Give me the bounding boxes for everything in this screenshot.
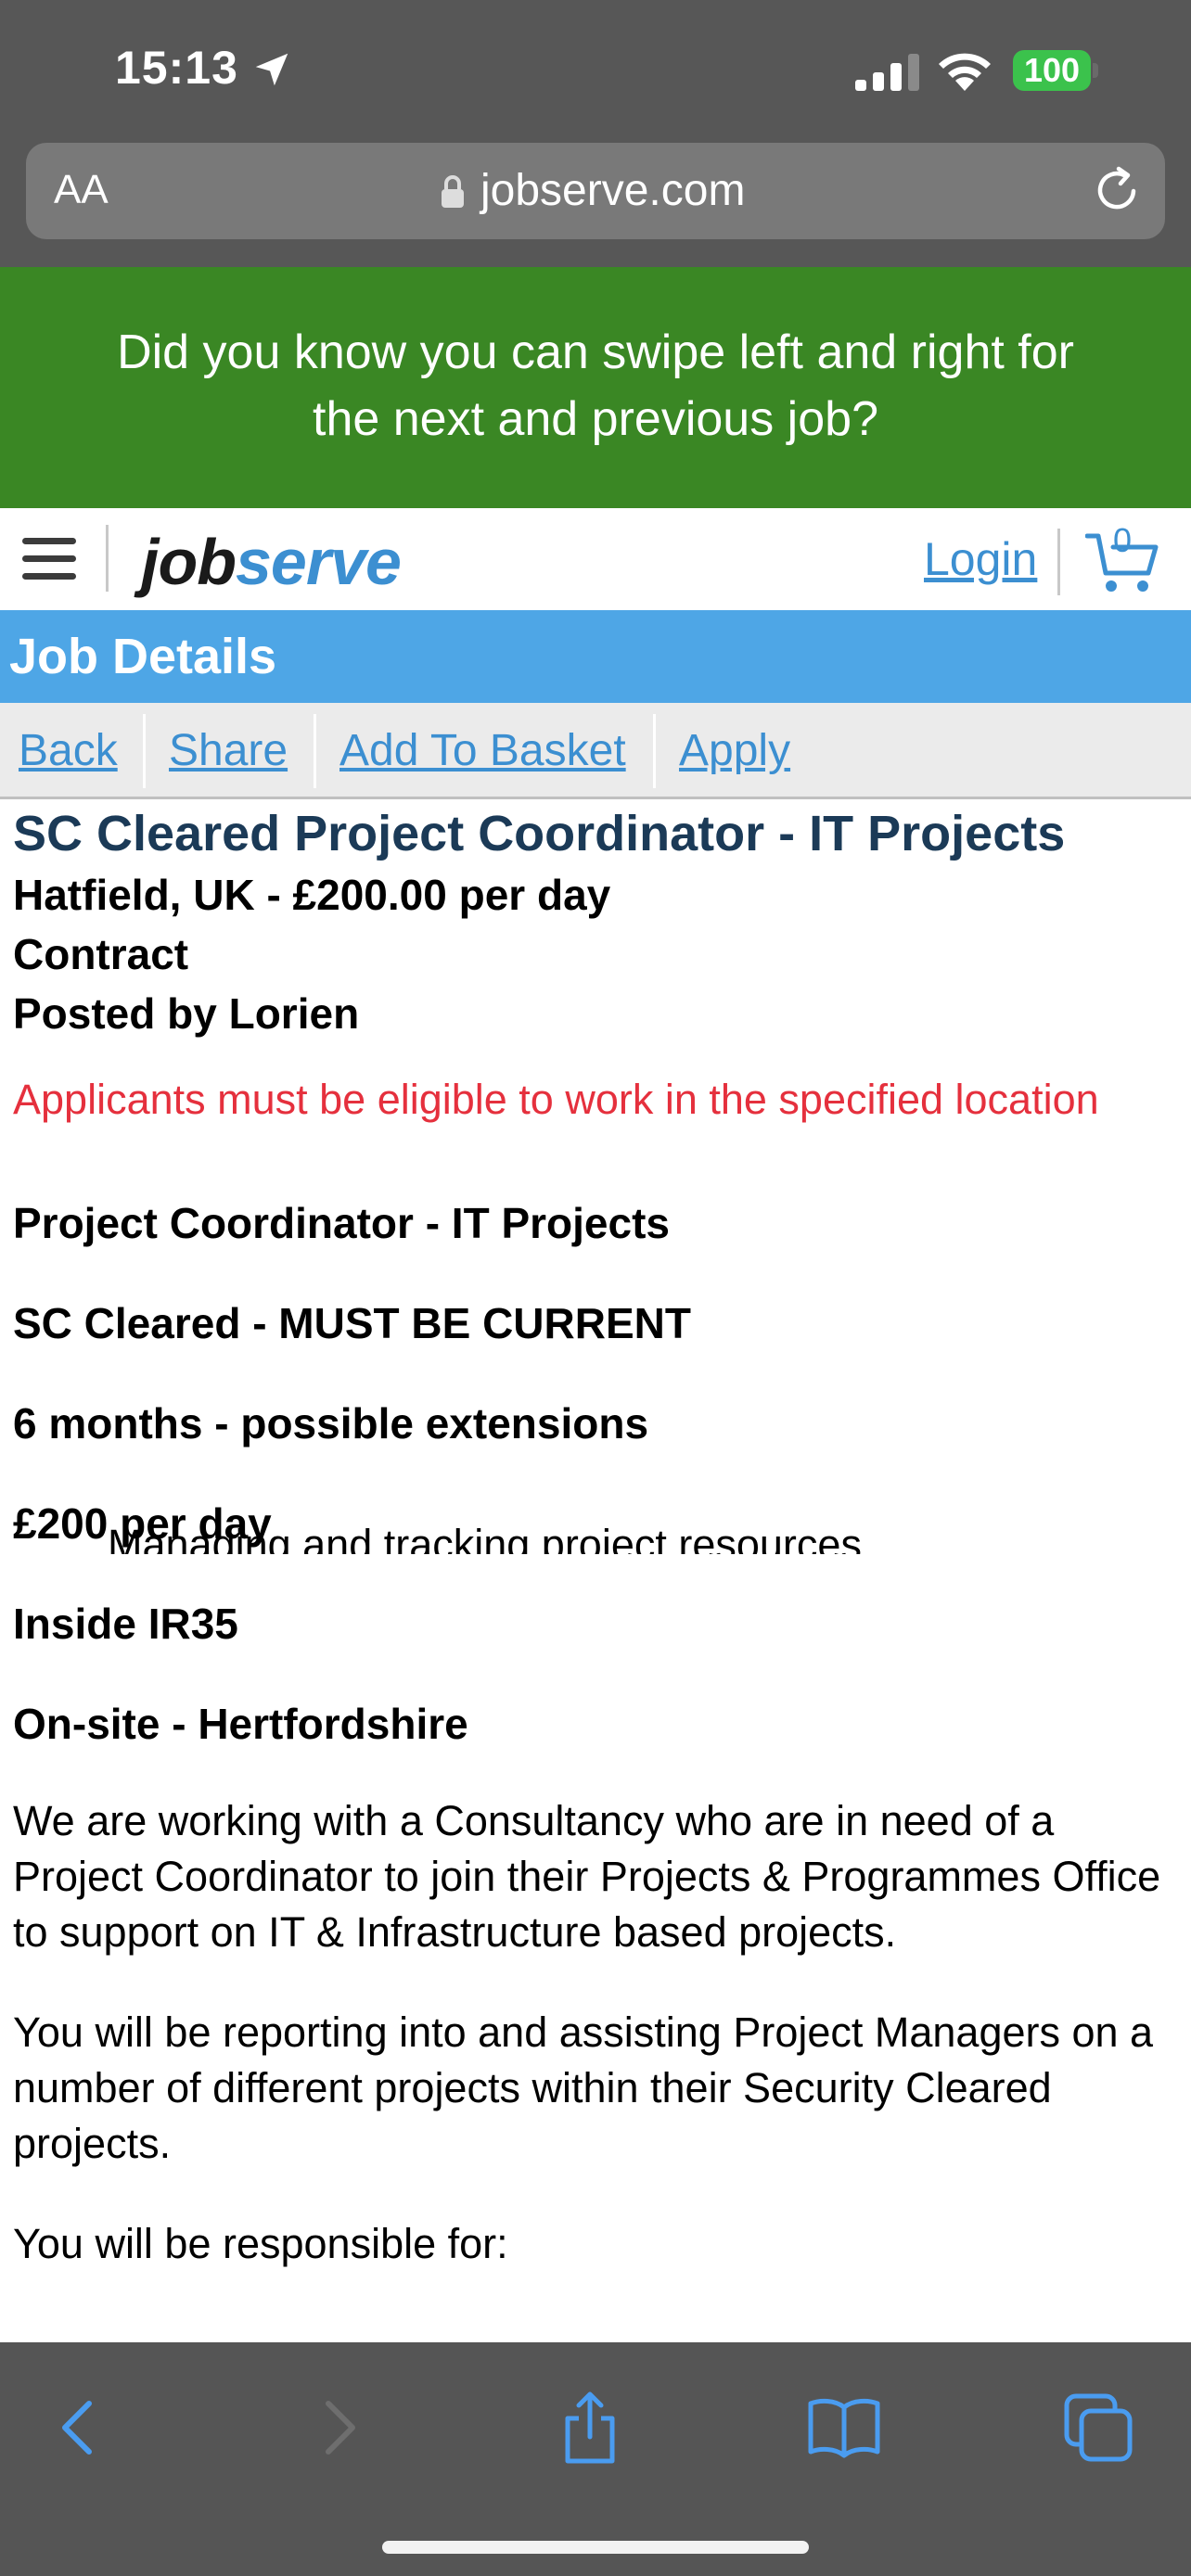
job-location-rate: Hatfield, UK - £200.00 per day bbox=[13, 871, 611, 919]
section-title: Job Details bbox=[0, 610, 1191, 703]
job-highlight: 6 months - possible extensions bbox=[13, 1399, 649, 1447]
wifi-icon bbox=[939, 53, 991, 91]
reader-options-button[interactable]: AA bbox=[54, 167, 109, 213]
job-type: Contract bbox=[13, 930, 189, 978]
logo-job: job bbox=[141, 526, 237, 598]
back-arrow-icon[interactable] bbox=[43, 2391, 117, 2465]
logo-serve: serve bbox=[235, 526, 402, 598]
share-icon[interactable] bbox=[553, 2391, 627, 2465]
header-divider bbox=[1057, 529, 1060, 595]
eligibility-warning: Applicants must be eligible to work in t… bbox=[13, 1076, 1099, 1123]
login-link[interactable]: Login bbox=[924, 532, 1037, 586]
url-text: jobserve.com bbox=[480, 166, 746, 215]
cart-count: 0 bbox=[1113, 521, 1133, 559]
share-link[interactable]: Share bbox=[169, 725, 288, 776]
swipe-tip-banner: Did you know you can swipe left and righ… bbox=[0, 267, 1191, 508]
job-description-paragraph: You will be responsible for: bbox=[13, 2220, 508, 2267]
reload-icon[interactable] bbox=[1091, 163, 1145, 217]
job-posted-by: Posted by Lorien bbox=[13, 989, 360, 1038]
action-separator bbox=[143, 714, 146, 788]
signal-icon bbox=[855, 54, 919, 91]
responsibility-list-item: Managing and tracking project resources bbox=[108, 1521, 862, 1554]
status-time: 15:13 bbox=[115, 42, 238, 94]
lock-icon bbox=[442, 175, 464, 208]
swipe-tip-line2: the next and previous job? bbox=[313, 392, 878, 446]
job-highlight: SC Cleared - MUST BE CURRENT bbox=[13, 1299, 691, 1347]
back-link[interactable]: Back bbox=[19, 725, 118, 776]
reader-options-label: AA bbox=[54, 167, 109, 212]
job-highlight: On-site - Hertfordshire bbox=[13, 1700, 468, 1748]
job-description-paragraph: You will be reporting into and assisting… bbox=[13, 2009, 1154, 2167]
job-actions-bar: Back Share Add To Basket Apply bbox=[0, 703, 1191, 799]
status-bar: 15:13 100 bbox=[0, 0, 1191, 139]
jobserve-logo[interactable]: jobserve bbox=[141, 525, 402, 599]
site-header: jobserve Login 0 bbox=[0, 508, 1191, 610]
apply-link[interactable]: Apply bbox=[679, 725, 790, 776]
address-bar[interactable]: AA jobserve.com bbox=[26, 143, 1165, 239]
browser-address-area: AA jobserve.com bbox=[0, 139, 1191, 267]
home-indicator bbox=[382, 2541, 809, 2554]
location-arrow-icon bbox=[255, 53, 288, 86]
battery-level: 100 bbox=[1023, 51, 1081, 89]
hamburger-menu-icon[interactable] bbox=[22, 538, 80, 584]
tabs-icon[interactable] bbox=[1061, 2391, 1135, 2465]
action-separator bbox=[653, 714, 656, 788]
battery-icon: 100 bbox=[1013, 50, 1098, 91]
job-description-paragraph: We are working with a Consultancy who ar… bbox=[13, 1797, 1161, 1956]
header-divider bbox=[106, 525, 109, 592]
job-title: SC Cleared Project Coordinator - IT Proj… bbox=[13, 806, 1066, 861]
bookmarks-icon[interactable] bbox=[807, 2391, 881, 2465]
job-highlight: Project Coordinator - IT Projects bbox=[13, 1199, 670, 1247]
swipe-tip-line1: Did you know you can swipe left and righ… bbox=[117, 325, 1074, 379]
forward-arrow-icon[interactable] bbox=[301, 2391, 375, 2465]
job-highlight: Inside IR35 bbox=[13, 1600, 238, 1648]
action-separator bbox=[314, 714, 316, 788]
add-to-basket-link[interactable]: Add To Basket bbox=[339, 725, 626, 776]
